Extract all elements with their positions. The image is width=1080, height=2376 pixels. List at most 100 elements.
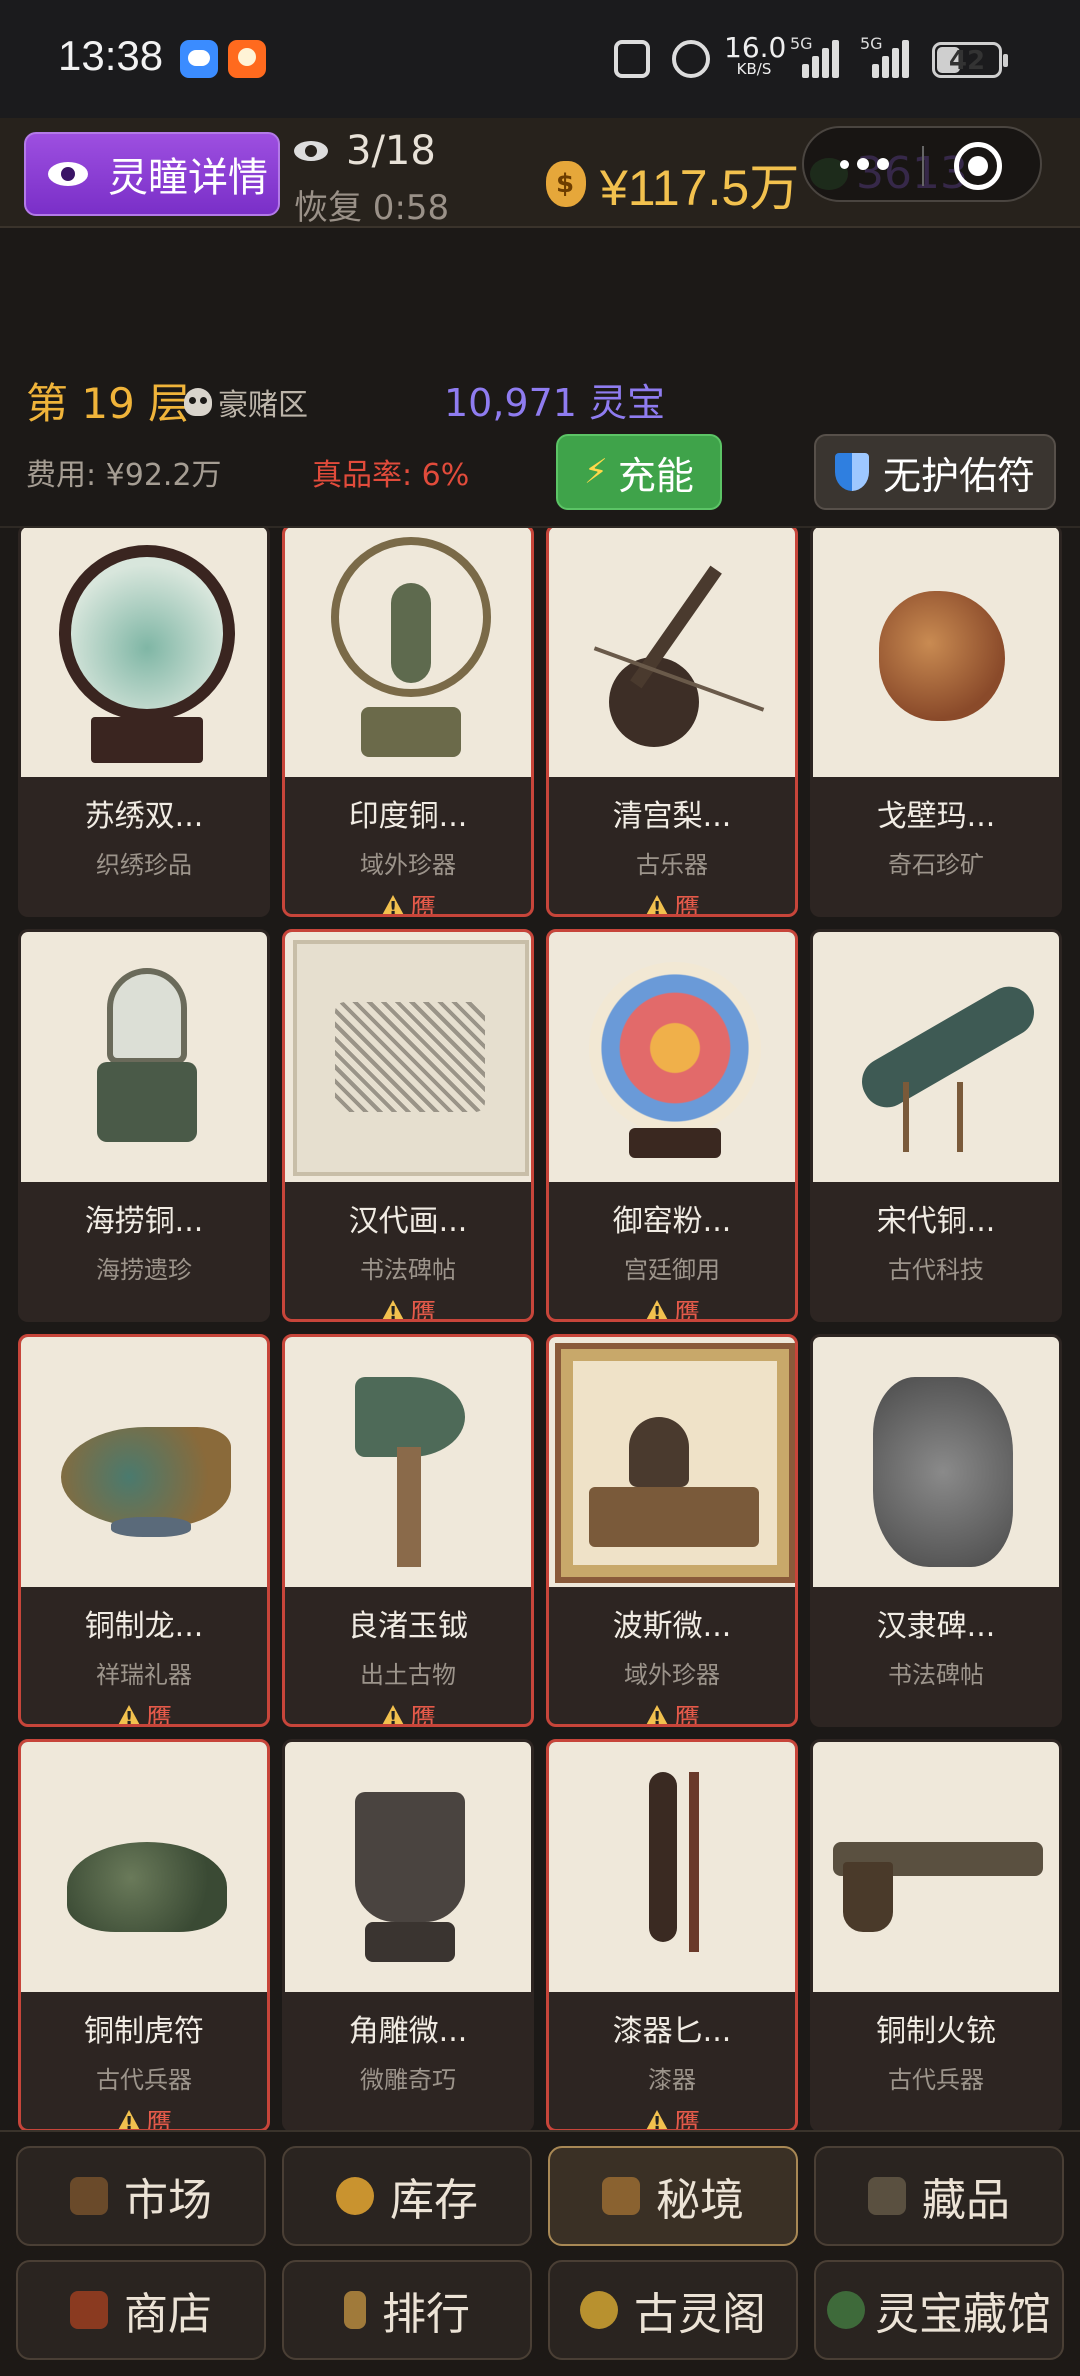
item-name: 戈壁玛... <box>876 799 996 834</box>
nfc-icon <box>614 40 650 78</box>
item-image <box>21 932 267 1182</box>
museum-icon <box>827 2291 865 2329</box>
nav-collection[interactable]: 藏品 <box>814 2146 1064 2246</box>
warning-icon <box>643 894 670 914</box>
nav-ranking[interactable]: 排行 <box>282 2260 532 2360</box>
zone-label: 豪赌区 <box>184 380 308 424</box>
item-name: 铜制龙... <box>84 1609 204 1644</box>
fake-label: 赝 <box>145 1704 172 1727</box>
item-name: 宋代铜... <box>876 1204 996 1239</box>
item-card[interactable]: 角雕微... 微雕奇巧 <box>282 1739 534 2130</box>
collection-icon <box>868 2177 906 2215</box>
item-category: 宫廷御用 <box>624 1256 720 1284</box>
nav-museum[interactable]: 灵宝藏馆 <box>814 2260 1064 2360</box>
item-card[interactable]: 印度铜... 域外珍器赝 <box>282 528 534 917</box>
fake-label: 赝 <box>409 894 436 917</box>
item-card[interactable]: 铜制火铳 古代兵器 <box>810 1739 1062 2130</box>
item-card[interactable]: 宋代铜... 古代科技 <box>810 929 1062 1322</box>
protection-charm-button[interactable]: 无护佑符 <box>814 434 1056 510</box>
lightning-icon: ⚡ <box>584 452 608 492</box>
item-name: 良渚玉钺 <box>348 1609 468 1644</box>
nav-shop[interactable]: 商店 <box>16 2260 266 2360</box>
money-balance: ¥117.5万 <box>546 148 799 220</box>
nav-market[interactable]: 市场 <box>16 2146 266 2246</box>
item-grid: 苏绣双...织绣珍品印度铜...域外珍器赝清宫梨...古乐器赝戈壁玛...奇石珍… <box>0 526 1080 2130</box>
nav-secret-realm[interactable]: 秘境 <box>548 2146 798 2246</box>
item-name: 铜制火铳 <box>876 2014 996 2049</box>
notification-app-icon <box>228 40 266 78</box>
item-category: 祥瑞礼器 <box>96 1661 192 1689</box>
fake-warning: 赝 <box>549 1293 795 1319</box>
fake-label: 赝 <box>673 894 700 917</box>
item-card[interactable]: 漆器匕... 漆器赝 <box>546 1739 798 2130</box>
alarm-icon <box>672 40 710 78</box>
item-card[interactable]: 御窑粉... 宫廷御用赝 <box>546 929 798 1322</box>
fake-label: 赝 <box>409 1704 436 1727</box>
eye-details-button[interactable]: 灵瞳详情 <box>24 132 280 216</box>
trophy-icon <box>344 2291 366 2329</box>
fake-label: 赝 <box>673 1704 700 1727</box>
warning-icon <box>379 894 406 914</box>
item-image <box>285 1337 531 1587</box>
item-card[interactable]: 良渚玉钺出土古物赝 <box>282 1334 534 1727</box>
item-category: 奇石珍矿 <box>888 851 984 879</box>
miniapp-capsule <box>802 126 1042 202</box>
nav-pavilion[interactable]: 古灵阁 <box>548 2260 798 2360</box>
item-name: 汉隶碑... <box>876 1609 996 1644</box>
item-card[interactable]: 波斯微... 域外珍器赝 <box>546 1334 798 1727</box>
item-image <box>285 1742 531 1992</box>
nav-inventory[interactable]: 库存 <box>282 2146 532 2246</box>
fake-warning: 赝 <box>549 2103 795 2129</box>
network-speed: 16.0 KB/S <box>724 31 787 78</box>
close-miniapp-button[interactable] <box>954 142 1002 190</box>
top-header: 灵瞳详情 3/18 恢复 0:58 ¥117.5万 3613 <box>0 118 1080 228</box>
item-card[interactable]: 戈壁玛... 奇石珍矿 <box>810 528 1062 917</box>
item-card[interactable]: 汉隶碑... 书法碑帖 <box>810 1334 1062 1727</box>
fake-warning: 赝 <box>549 888 795 917</box>
item-image <box>549 1742 795 1992</box>
fake-warning: 赝 <box>285 1698 531 1727</box>
shield-icon <box>834 453 869 491</box>
cost-label: 费用: ¥92.2万 <box>26 458 222 493</box>
fake-warning: 赝 <box>285 1293 531 1322</box>
item-category: 古代科技 <box>888 1256 984 1284</box>
item-category: 域外珍器 <box>624 1661 720 1689</box>
item-card[interactable]: 铜制虎符古代兵器赝 <box>18 1739 270 2130</box>
item-category: 古代兵器 <box>96 2066 192 2094</box>
item-image <box>813 932 1059 1182</box>
warning-icon <box>643 1299 670 1319</box>
bottom-nav: 市场 库存 秘境 藏品 商店 排行 古灵阁 灵宝藏馆 <box>0 2130 1080 2376</box>
item-name: 海捞铜... <box>84 1204 204 1239</box>
treasure-chest-icon <box>336 2177 374 2215</box>
charge-button[interactable]: ⚡ 充能 <box>556 434 722 510</box>
eye-icon <box>294 141 328 161</box>
skull-icon <box>184 388 212 416</box>
item-category: 书法碑帖 <box>360 1256 456 1284</box>
item-image <box>549 932 795 1182</box>
fake-label: 赝 <box>409 1299 436 1322</box>
item-image <box>549 1337 795 1587</box>
item-name: 苏绣双... <box>84 799 204 834</box>
realm-icon <box>602 2177 640 2215</box>
fake-warning: 赝 <box>21 2103 267 2129</box>
more-menu-button[interactable] <box>840 158 889 170</box>
item-image <box>813 1337 1059 1587</box>
item-card[interactable]: 苏绣双... 织绣珍品 <box>18 528 270 917</box>
item-category: 织绣珍品 <box>96 851 192 879</box>
signal-icon-2: 5G <box>860 34 909 78</box>
item-name: 漆器匕... <box>612 2014 732 2049</box>
item-name: 铜制虎符 <box>84 2014 204 2049</box>
item-category: 域外珍器 <box>360 851 456 879</box>
floor-info: 第 19 层 豪赌区 10,971 灵宝 费用: ¥92.2万 真品率: 6% … <box>0 230 1080 526</box>
item-image <box>813 1742 1059 1992</box>
item-card[interactable]: 海捞铜... 海捞遗珍 <box>18 929 270 1322</box>
item-category: 微雕奇巧 <box>360 2066 456 2094</box>
recover-timer: 恢复 0:58 <box>294 188 450 228</box>
item-card[interactable]: 汉代画... 书法碑帖赝 <box>282 929 534 1322</box>
eye-icon <box>48 162 88 186</box>
item-image <box>285 932 531 1182</box>
warning-icon <box>643 2109 670 2129</box>
item-card[interactable]: 清宫梨... 古乐器赝 <box>546 528 798 917</box>
item-card[interactable]: 铜制龙... 祥瑞礼器赝 <box>18 1334 270 1727</box>
lingbao-count: 10,971 灵宝 <box>444 381 666 425</box>
